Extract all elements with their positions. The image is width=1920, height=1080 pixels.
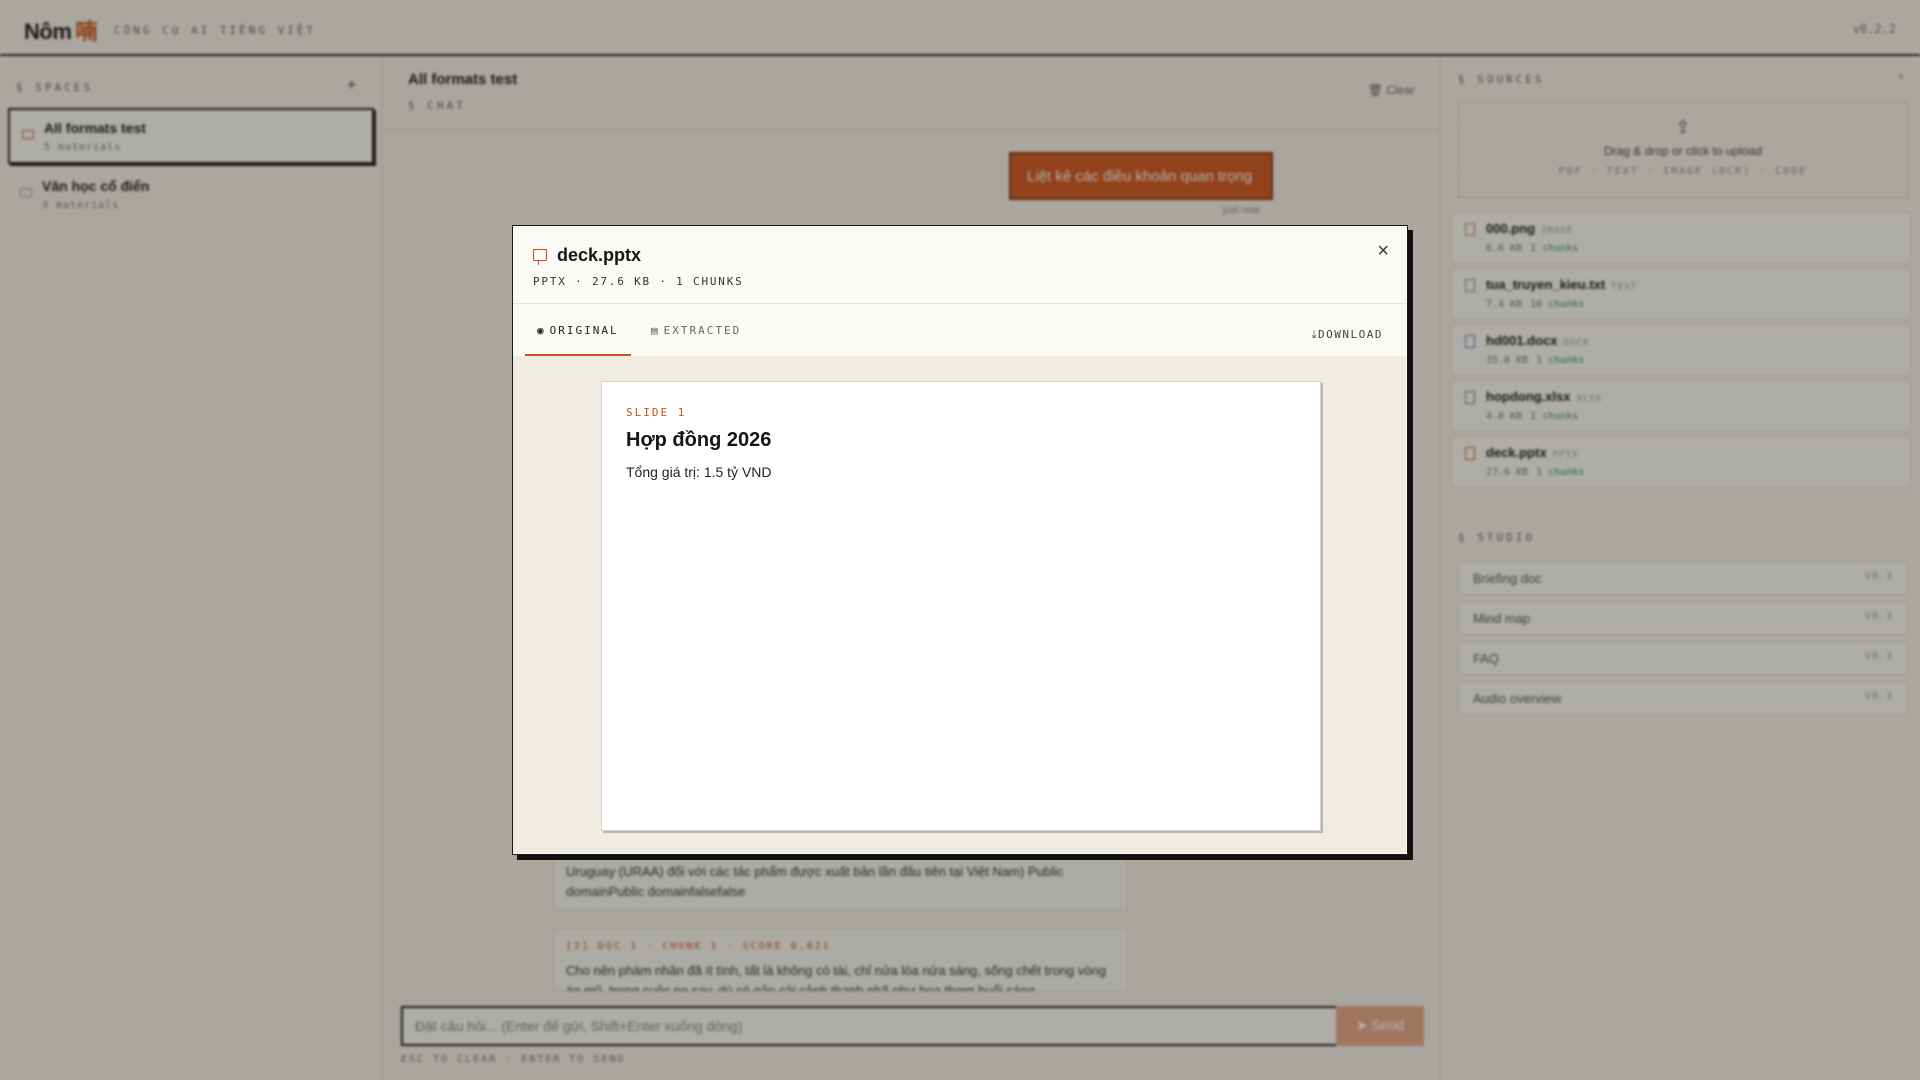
modal-file-meta: PPTX · 27.6 KB · 1 CHUNKS [533, 275, 744, 288]
slide-title: Hợp đồng 2026 [626, 429, 772, 451]
file-preview-modal: deck.pptx PPTX · 27.6 KB · 1 CHUNKS × ◉ O… [512, 225, 1408, 855]
download-button[interactable]: ⤓DOWNLOAD [1312, 328, 1383, 342]
slide-body: Tổng giá trị: 1.5 tỷ VND [626, 464, 772, 480]
document-icon: ▤ [651, 324, 660, 337]
tab-extracted[interactable]: ▤ EXTRACTED [649, 324, 743, 356]
slide-number: SLIDE 1 [626, 406, 687, 419]
close-icon[interactable]: × [1377, 240, 1389, 263]
eye-icon: ◉ [537, 324, 546, 337]
presentation-icon [533, 249, 547, 265]
download-label: DOWNLOAD [1318, 328, 1383, 341]
modal-title: deck.pptx [557, 245, 642, 265]
slide-preview: SLIDE 1 Hợp đồng 2026 Tổng giá trị: 1.5 … [601, 381, 1321, 831]
preview-area: SLIDE 1 Hợp đồng 2026 Tổng giá trị: 1.5 … [513, 356, 1406, 853]
divider [513, 303, 1406, 304]
tab-label: EXTRACTED [663, 324, 742, 337]
tab-original[interactable]: ◉ ORIGINAL [525, 324, 631, 356]
tab-label: ORIGINAL [549, 324, 619, 337]
